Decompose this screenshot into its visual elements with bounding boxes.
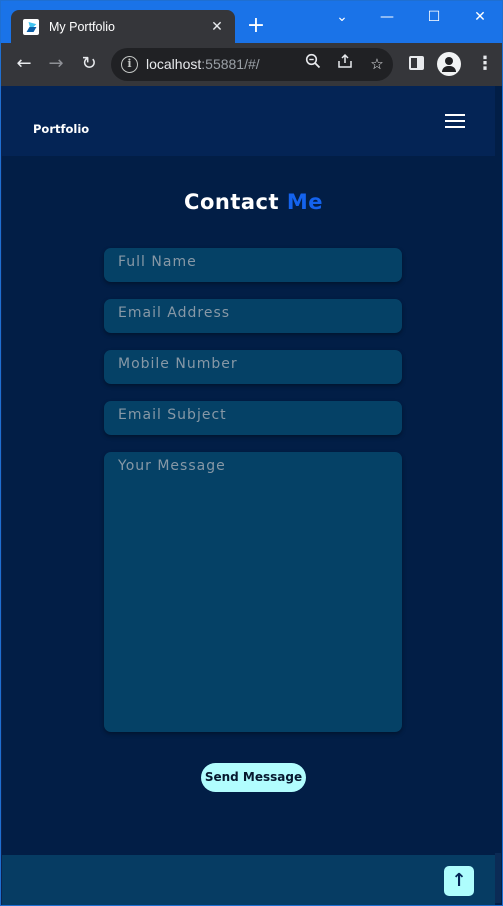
email-input[interactable]: Email Address <box>104 299 402 333</box>
new-tab-button[interactable]: + <box>245 13 267 39</box>
share-icon[interactable] <box>333 52 357 76</box>
heading-contact: Contact <box>184 190 287 214</box>
scroll-to-top-button[interactable]: ↑ <box>444 866 474 896</box>
zoom-icon[interactable] <box>301 52 325 76</box>
mobile-input[interactable]: Mobile Number <box>104 350 402 384</box>
title-bar: My Portfolio ✕ + ⌄ — ☐ ✕ <box>1 1 502 43</box>
browser-window: My Portfolio ✕ + ⌄ — ☐ ✕ ← → ↻ i localho… <box>0 0 503 906</box>
back-button[interactable]: ← <box>10 50 38 78</box>
star-icon[interactable]: ☆ <box>365 52 389 76</box>
url-host: localhost <box>146 56 202 72</box>
kebab-menu-icon[interactable]: ⋮ <box>471 50 499 78</box>
browser-toolbar: ← → ↻ i localhost:55881/#/ ☆ ⋮ <box>1 43 502 86</box>
browser-tab[interactable]: My Portfolio ✕ <box>11 10 235 43</box>
url-path: :55881/#/ <box>201 56 260 72</box>
site-info-icon[interactable]: i <box>121 56 138 73</box>
scrollbar-thumb[interactable] <box>495 853 501 903</box>
footer <box>2 855 495 905</box>
brand-logo[interactable]: Portfolio <box>33 122 89 136</box>
hamburger-menu-icon[interactable] <box>445 113 465 129</box>
side-panel-icon[interactable] <box>409 56 424 70</box>
tab-close-icon[interactable]: ✕ <box>207 19 227 35</box>
heading-me: Me <box>286 190 323 214</box>
maximize-button[interactable]: ☐ <box>419 7 449 27</box>
reload-button[interactable]: ↻ <box>75 50 103 78</box>
minimize-button[interactable]: — <box>372 7 402 27</box>
subject-input[interactable]: Email Subject <box>104 401 402 435</box>
tab-title: My Portfolio <box>49 19 115 34</box>
site-navbar: Portfolio <box>2 86 495 156</box>
full-name-input[interactable]: Full Name <box>104 248 402 282</box>
tab-search-chevron-icon[interactable]: ⌄ <box>327 7 357 27</box>
contact-heading: Contact Me <box>2 190 502 214</box>
page-content: Portfolio Contact Me Full Name Email Add… <box>2 86 495 905</box>
send-message-button[interactable]: Send Message <box>201 763 306 792</box>
url-text[interactable]: localhost:55881/#/ <box>146 56 260 72</box>
close-window-button[interactable]: ✕ <box>465 7 495 27</box>
address-bar[interactable]: i localhost:55881/#/ ☆ <box>111 48 393 81</box>
message-textarea[interactable]: Your Message <box>104 452 402 732</box>
scrollbar-track[interactable] <box>495 86 502 905</box>
profile-icon[interactable] <box>437 52 461 76</box>
flutter-favicon-icon <box>23 18 39 35</box>
forward-button[interactable]: → <box>42 50 70 78</box>
